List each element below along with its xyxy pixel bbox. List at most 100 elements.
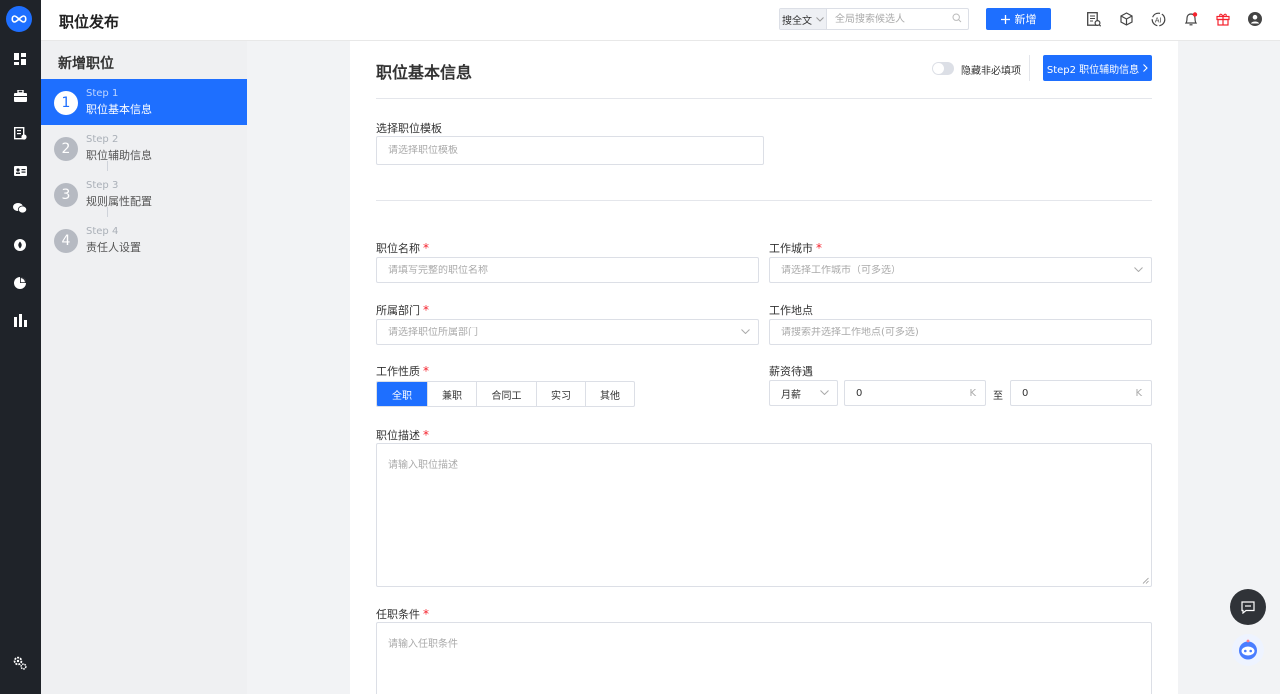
fire-icon[interactable] — [12, 237, 28, 253]
wechat-icon[interactable] — [12, 200, 28, 216]
nature-option-intern[interactable]: 实习 — [536, 382, 585, 406]
nature-option-fulltime[interactable]: 全职 — [377, 382, 427, 406]
divider — [376, 98, 1152, 99]
step-sub: Step 3 — [86, 180, 119, 191]
search-scope-select[interactable]: 搜全文 — [780, 9, 827, 29]
salary-max-field[interactable]: 0 K — [1010, 380, 1152, 406]
step-sub: Step 4 — [86, 226, 119, 237]
search-scope-label: 搜全文 — [782, 15, 812, 27]
nature-option-other[interactable]: 其他 — [585, 382, 634, 406]
next-step-button[interactable]: Step2 职位辅助信息 — [1043, 55, 1152, 81]
city-label: 工作城市 * — [769, 241, 822, 255]
bell-icon[interactable] — [1183, 10, 1199, 28]
gift-icon[interactable] — [1215, 10, 1231, 28]
step-item-4[interactable]: 4 Step 4 责任人设置 — [41, 217, 247, 263]
step-item-2[interactable]: 2 Step 2 职位辅助信息 — [41, 125, 247, 171]
step-number: 3 — [54, 183, 78, 207]
location-input[interactable] — [781, 326, 1140, 338]
desc-textarea[interactable] — [388, 456, 1140, 574]
job-name-label: 职位名称 * — [376, 241, 429, 255]
search-icon[interactable] — [952, 13, 962, 23]
location-label: 工作地点 — [769, 304, 813, 317]
desc-field[interactable] — [376, 443, 1152, 587]
step-sidebar: 新增职位 1 Step 1 职位基本信息 2 Step 2 职位辅助信息 3 S… — [41, 41, 247, 694]
hide-optional-toggle[interactable] — [932, 62, 954, 75]
template-input[interactable] — [388, 145, 752, 156]
resize-handle-icon[interactable] — [1142, 577, 1149, 584]
step-connector — [107, 207, 108, 217]
salary-range-to: 至 — [993, 391, 1003, 402]
step-label: 规则属性配置 — [86, 195, 152, 208]
pie-chart-icon[interactable] — [12, 275, 28, 291]
salary-min-value: 0 — [856, 387, 863, 399]
add-button[interactable]: 新增 — [986, 8, 1051, 30]
step-label: 职位辅助信息 — [86, 149, 152, 162]
step-number: 2 — [54, 137, 78, 161]
chat-float-button[interactable] — [1230, 589, 1266, 625]
salary-unit: K — [969, 388, 976, 399]
cube-icon[interactable] — [1118, 10, 1134, 28]
plus-icon — [1000, 14, 1010, 24]
report-icon[interactable] — [1086, 10, 1102, 28]
req-field[interactable] — [376, 622, 1152, 694]
chat-bubble-icon — [1241, 600, 1255, 614]
chevron-down-icon — [816, 16, 824, 22]
req-label: 任职条件 * — [376, 607, 429, 621]
step-label: 责任人设置 — [86, 241, 141, 254]
city-input[interactable] — [781, 264, 1140, 276]
dept-label: 所属部门 * — [376, 303, 429, 317]
salary-unit: K — [1135, 388, 1142, 399]
steps-title: 新增职位 — [58, 56, 114, 72]
ai-icon[interactable]: AI — [1150, 10, 1166, 28]
nature-option-contract[interactable]: 合同工 — [476, 382, 536, 406]
nature-segmented: 全职 兼职 合同工 实习 其他 — [376, 381, 635, 407]
salary-period-select[interactable]: 月薪 — [769, 380, 838, 406]
step-item-3[interactable]: 3 Step 3 规则属性配置 — [41, 171, 247, 217]
search-input[interactable] — [827, 9, 968, 29]
chevron-right-icon — [1143, 64, 1148, 72]
dashboard-icon[interactable] — [12, 51, 28, 67]
infinity-logo-icon — [11, 15, 27, 23]
nature-option-parttime[interactable]: 兼职 — [427, 382, 476, 406]
next-step-label: Step2 职位辅助信息 — [1046, 64, 1140, 76]
assistant-bot-button[interactable] — [1232, 634, 1264, 666]
salary-min-field[interactable]: 0 K — [844, 380, 986, 406]
chevron-down-icon — [820, 390, 829, 395]
city-select[interactable] — [769, 257, 1152, 283]
resume-icon[interactable] — [12, 125, 28, 141]
location-field[interactable] — [769, 319, 1152, 345]
divider — [376, 200, 1152, 201]
step-item-1[interactable]: 1 Step 1 职位基本信息 — [41, 79, 247, 125]
top-header: 职位发布 搜全文 新增 AI — [41, 0, 1280, 41]
dept-select[interactable] — [376, 319, 759, 345]
template-select[interactable] — [376, 136, 764, 165]
step-connector — [107, 161, 108, 171]
salary-max-value: 0 — [1022, 387, 1029, 399]
salary-period-value: 月薪 — [781, 389, 801, 401]
dept-input[interactable] — [388, 326, 747, 338]
settings-icon[interactable] — [12, 655, 28, 671]
robot-icon — [1239, 639, 1257, 660]
icon-rail — [0, 0, 41, 694]
req-textarea[interactable] — [388, 635, 1140, 689]
step-sub: Step 2 — [86, 134, 119, 145]
bar-chart-icon[interactable] — [12, 312, 28, 328]
section-title: 职位基本信息 — [376, 63, 473, 82]
step-label: 职位基本信息 — [86, 103, 152, 116]
id-card-icon[interactable] — [12, 163, 28, 179]
step-number: 1 — [54, 91, 78, 115]
job-name-field[interactable] — [376, 257, 759, 283]
desc-label: 职位描述 * — [376, 428, 429, 442]
job-name-input[interactable] — [388, 264, 747, 276]
form-card: 职位基本信息 隐藏非必填项 Step2 职位辅助信息 选择职位模板 职位名称* … — [350, 41, 1178, 694]
salary-label: 薪资待遇 — [769, 365, 813, 378]
briefcase-icon[interactable] — [12, 88, 28, 104]
divider — [1029, 55, 1030, 81]
user-icon[interactable] — [1247, 10, 1263, 28]
step-number: 4 — [54, 229, 78, 253]
svg-text:AI: AI — [1154, 16, 1161, 24]
chevron-down-icon — [741, 329, 750, 334]
app-logo[interactable] — [6, 6, 32, 32]
template-label: 选择职位模板 — [376, 122, 442, 135]
global-search: 搜全文 — [779, 8, 969, 30]
